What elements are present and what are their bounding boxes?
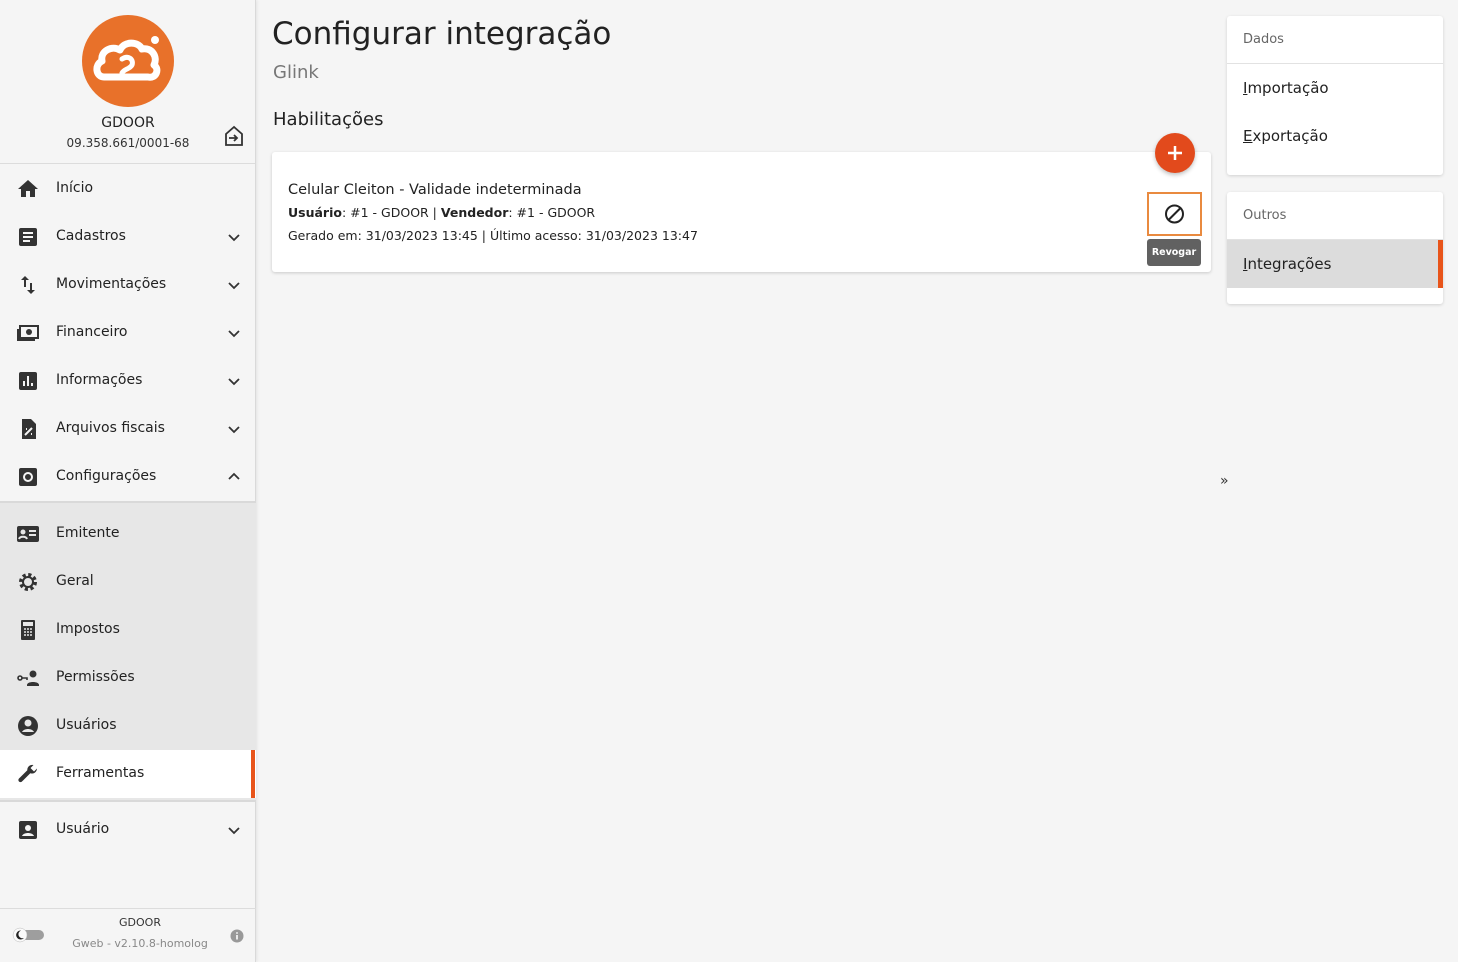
bar-chart-icon	[16, 369, 40, 393]
nav-item-label: Informações	[56, 372, 143, 388]
seller-label: Vendedor	[440, 205, 509, 220]
nav-item-financeiro[interactable]: Financeiro	[0, 309, 256, 357]
account-box-icon	[16, 818, 40, 842]
key-user-icon	[16, 666, 40, 690]
settings-box-icon	[16, 465, 40, 489]
nav-item-label: Financeiro	[56, 324, 128, 340]
sidebar-item-geral[interactable]: Geral	[0, 558, 256, 606]
nav-item-informacoes[interactable]: Informações	[0, 357, 256, 405]
page-title: Configurar integração	[272, 16, 612, 52]
document-icon	[16, 225, 40, 249]
nav-item-label: Arquivos fiscais	[56, 420, 165, 436]
seller-value: : #1 - GDOOR	[508, 205, 596, 220]
card-generated-line: Gerado em: 31/03/2023 13:45 | Último ace…	[288, 228, 698, 243]
sidebar-item-permissoes[interactable]: Permissões	[0, 654, 256, 702]
nav-item-label: Cadastros	[56, 228, 126, 244]
chevron-down-icon	[226, 373, 242, 389]
nav-item-label: Usuário	[56, 821, 110, 837]
sidebar-item-emitente[interactable]: Emitente	[0, 510, 256, 558]
integration-card: Celular Cleiton - Validade indeterminada…	[272, 152, 1211, 272]
sidebar-item-label: Geral	[56, 573, 94, 589]
sidebar-item-label: Emitente	[56, 525, 120, 541]
settings-subnav: Emitente Geral Impostos Permissões Usuár…	[0, 501, 256, 802]
sidebar-item-label: Impostos	[56, 621, 120, 637]
app-version: Gweb - v2.10.8-homolog	[72, 937, 208, 950]
info-icon[interactable]	[230, 928, 244, 943]
chevron-down-icon	[226, 229, 242, 245]
swap-vertical-icon	[16, 273, 40, 297]
company-name: GDOOR	[101, 115, 155, 131]
nav-item-label: Início	[56, 180, 94, 196]
plus-icon	[1168, 146, 1182, 160]
menu-item-integracoes[interactable]: Integrações	[1227, 240, 1443, 288]
gear-icon	[16, 570, 40, 594]
page-subtitle: Glink	[273, 62, 319, 83]
nav-item-label: Movimentações	[56, 276, 167, 292]
account-circle-icon	[16, 714, 40, 738]
nav-item-configuracoes[interactable]: Configurações	[0, 453, 256, 501]
sidebar-item-label: Usuários	[56, 717, 117, 733]
footer-company-name: GDOOR	[119, 916, 161, 929]
card-title: Celular Cleiton - Validade indeterminada	[288, 182, 582, 198]
card-user-line: Usuário: #1 - GDOOR | Vendedor: #1 - GDO…	[288, 205, 595, 220]
data-panel-header: Dados	[1227, 16, 1443, 64]
revoke-tooltip: Revogar	[1147, 239, 1201, 266]
sidebar-item-ferramentas[interactable]: Ferramentas	[0, 750, 256, 798]
chevron-down-icon	[226, 325, 242, 341]
chevron-down-icon	[226, 421, 242, 437]
main-nav: Início Cadastros Movimentações Financeir…	[0, 165, 256, 501]
sidebar-item-label: Ferramentas	[56, 765, 145, 781]
user-nav: Usuário	[0, 806, 256, 854]
chevron-down-icon	[226, 822, 242, 838]
chevron-up-icon	[226, 469, 242, 485]
other-panel: Outros Integrações	[1227, 192, 1443, 304]
nav-item-inicio[interactable]: Início	[0, 165, 256, 213]
dark-mode-toggle[interactable]	[12, 927, 44, 943]
nav-item-movimentacoes[interactable]: Movimentações	[0, 261, 256, 309]
sidebar: GDOOR 09.358.661/0001-68 Início Cadastro…	[0, 0, 256, 962]
id-card-icon	[16, 522, 40, 546]
money-icon	[16, 321, 40, 345]
calculator-icon	[16, 618, 40, 642]
sidebar-item-impostos[interactable]: Impostos	[0, 606, 256, 654]
cloud-logo-icon	[82, 15, 174, 107]
add-integration-button[interactable]	[1155, 133, 1195, 173]
nav-item-label: Configurações	[56, 468, 157, 484]
user-value: : #1 - GDOOR |	[341, 205, 441, 220]
sidebar-item-label: Permissões	[56, 669, 135, 685]
company-cnpj: 09.358.661/0001-68	[66, 136, 190, 150]
nav-item-arquivos-fiscais[interactable]: Arquivos fiscais	[0, 405, 256, 453]
data-panel: Dados Importação Exportação	[1227, 16, 1443, 175]
chevron-down-icon	[226, 277, 242, 293]
revoke-button[interactable]	[1147, 192, 1202, 236]
block-icon	[1165, 204, 1184, 224]
company-header: GDOOR 09.358.661/0001-68	[0, 0, 255, 164]
menu-item-exportacao[interactable]: Exportação	[1227, 112, 1443, 160]
section-title: Habilitações	[273, 109, 384, 130]
nav-item-usuario[interactable]: Usuário	[0, 806, 256, 854]
home-icon	[16, 177, 40, 201]
menu-item-importacao[interactable]: Importação	[1227, 64, 1443, 112]
other-panel-header: Outros	[1227, 192, 1443, 240]
tax-file-icon	[16, 417, 40, 441]
sidebar-item-usuarios[interactable]: Usuários	[0, 702, 256, 750]
user-label: Usuário	[288, 205, 342, 220]
nav-item-cadastros[interactable]: Cadastros	[0, 213, 256, 261]
collapse-panel-button[interactable]: »	[1220, 473, 1229, 489]
wrench-icon	[16, 762, 40, 786]
switch-company-icon[interactable]	[222, 124, 246, 148]
